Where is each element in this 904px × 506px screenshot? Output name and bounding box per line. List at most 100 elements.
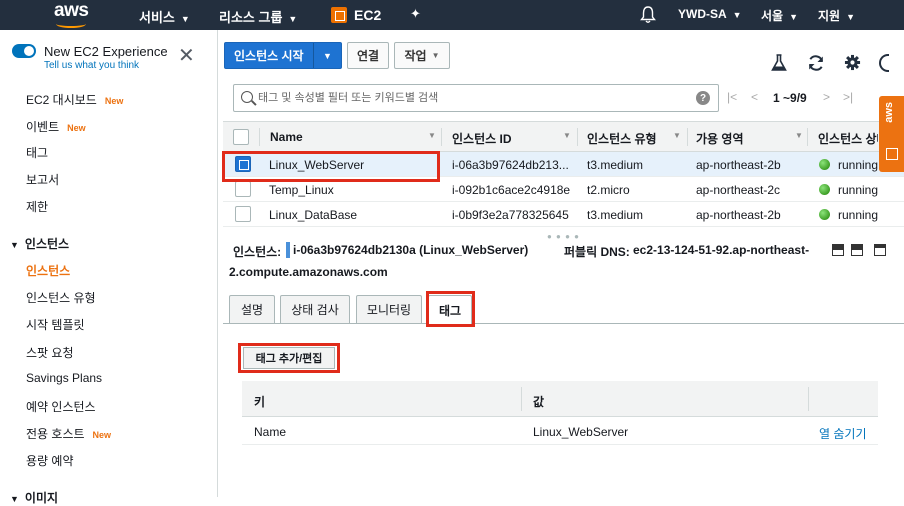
aws-logo[interactable]: aws	[54, 0, 94, 30]
support-label: 지원	[818, 9, 841, 23]
select-all-checkbox[interactable]	[233, 129, 249, 145]
instance-id: i-0b9f3e2a778325645	[452, 208, 569, 222]
sidebar-item-reports[interactable]: 보고서	[26, 171, 59, 188]
aws-logo-text: aws	[54, 0, 89, 21]
launch-instance-button[interactable]: 인스턴스 시작 ▼	[224, 42, 342, 69]
support-menu[interactable]: 지원 ▼	[818, 7, 855, 24]
tab-description[interactable]: 설명	[229, 295, 275, 323]
close-icon[interactable]: ✕	[178, 46, 195, 66]
public-dns-value-cont: 2.compute.amazonaws.com	[229, 265, 388, 279]
services-menu[interactable]: 서비스 ▼	[139, 7, 190, 26]
sidebar-item-savings-plans[interactable]: Savings Plans	[26, 371, 102, 385]
region-menu[interactable]: 서울 ▼	[761, 7, 798, 24]
panel-maximize-icon[interactable]	[832, 244, 844, 256]
resource-groups-menu[interactable]: 리소스 그룹 ▼	[219, 7, 297, 26]
actions-button[interactable]: 작업 ▼	[394, 42, 450, 69]
feedback-link[interactable]: Tell us what you think	[44, 60, 139, 71]
running-status-icon	[819, 209, 830, 220]
help-icon[interactable]: ?	[696, 91, 710, 105]
sidebar-item-reserved-instances[interactable]: 예약 인스턴스	[26, 398, 96, 415]
panel-restore-icon[interactable]	[851, 244, 863, 256]
refresh-icon[interactable]	[807, 54, 825, 72]
column-header-instance-state[interactable]: 인스턴스 상태	[818, 130, 878, 147]
sidebar-item-spot-requests[interactable]: 스팟 요청	[26, 344, 74, 361]
tab-monitoring[interactable]: 모니터링	[356, 295, 422, 323]
new-badge: New	[104, 96, 124, 106]
bell-icon[interactable]	[640, 6, 656, 24]
chevron-down-icon: ▼	[732, 10, 742, 20]
sidebar-item-dedicated-hosts[interactable]: 전용 호스트 New	[26, 425, 111, 442]
column-divider	[687, 128, 688, 146]
chevron-down-icon: ▼	[288, 14, 298, 24]
selected-row-highlight	[222, 151, 440, 182]
ec2-service-icon[interactable]	[331, 7, 347, 23]
hide-column-link[interactable]: 열 숨기기	[819, 425, 867, 442]
next-page-icon[interactable]: >	[823, 90, 830, 104]
sidebar-item-capacity-reservations[interactable]: 용량 예약	[26, 452, 74, 469]
aws-smile-icon	[56, 20, 86, 28]
help-panel-icon[interactable]	[879, 54, 889, 72]
column-divider	[441, 128, 442, 146]
instance-marker	[286, 242, 290, 258]
public-dns-value: ec2-13-124-51-92.ap-northeast-	[633, 243, 810, 257]
connect-button[interactable]: 연결	[347, 42, 389, 69]
account-label: YWD-SA	[678, 7, 727, 21]
sidebar-group-label: 인스턴스	[24, 237, 70, 251]
row-checkbox[interactable]	[235, 181, 251, 197]
sidebar-item-instances[interactable]: 인스턴스	[26, 262, 70, 279]
sidebar-item-events[interactable]: 이벤트 New	[26, 118, 86, 135]
panel-minimize-icon[interactable]	[874, 244, 886, 256]
table-header: Name ▼ 인스턴스 ID ▼ 인스턴스 유형 ▼ 가용 영역 ▼ 인스턴스 …	[223, 121, 904, 152]
actions-label: 작업	[404, 49, 427, 63]
aws-side-panel-tab[interactable]: aws	[879, 96, 904, 172]
table-row[interactable]: Linux_DataBase i-0b9f3e2a778325645 t3.me…	[223, 202, 904, 227]
ec2-shortcut[interactable]: EC2	[354, 7, 381, 23]
chevron-down-icon: ▼	[789, 12, 799, 22]
availability-zone: ap-northeast-2b	[696, 208, 781, 222]
cube-icon	[886, 148, 898, 160]
column-header-value: 값	[533, 395, 545, 409]
sort-icon[interactable]: ▼	[563, 131, 571, 140]
new-experience-toggle[interactable]	[12, 44, 36, 58]
chevron-down-icon[interactable]: ▼	[313, 43, 341, 68]
sidebar-group-instances[interactable]: ▼ 인스턴스	[10, 235, 69, 252]
flask-icon[interactable]	[771, 54, 787, 72]
chevron-down-icon: ▼	[431, 51, 440, 60]
tag-value: Linux_WebServer	[533, 425, 629, 439]
first-page-icon[interactable]: |<	[727, 90, 737, 104]
tags-tab-highlight	[426, 291, 475, 327]
sidebar-item-label: 전용 호스트	[26, 427, 85, 441]
running-status-icon	[819, 184, 830, 195]
search-filter-bar[interactable]: ?	[233, 84, 719, 112]
sort-icon[interactable]: ▼	[795, 131, 803, 140]
column-divider	[808, 387, 809, 411]
column-header-instance-id[interactable]: 인스턴스 ID	[452, 130, 512, 147]
gear-icon[interactable]	[844, 54, 861, 71]
instance-name: Temp_Linux	[269, 183, 334, 197]
availability-zone: ap-northeast-2c	[696, 183, 781, 197]
prev-page-icon[interactable]: <	[751, 90, 758, 104]
instance-type: t3.medium	[587, 158, 644, 172]
row-checkbox[interactable]	[235, 206, 251, 222]
sidebar-item-limits[interactable]: 제한	[26, 198, 48, 215]
column-header-name[interactable]: Name	[270, 130, 303, 144]
sidebar-item-instance-types[interactable]: 인스턴스 유형	[26, 289, 96, 306]
region-label: 서울	[761, 9, 784, 23]
sidebar-item-launch-templates[interactable]: 시작 템플릿	[26, 316, 85, 333]
sort-icon[interactable]: ▼	[673, 131, 681, 140]
sidebar-item-tags[interactable]: 태그	[26, 144, 48, 161]
instance-type: t2.micro	[587, 183, 630, 197]
pin-icon[interactable]: ✦	[410, 6, 421, 22]
account-menu[interactable]: YWD-SA ▼	[678, 7, 742, 21]
sort-icon[interactable]: ▼	[428, 131, 436, 140]
tab-status-checks[interactable]: 상태 검사	[280, 295, 350, 323]
services-label: 서비스	[139, 10, 175, 25]
top-navigation-bar: aws 서비스 ▼ 리소스 그룹 ▼ EC2 ✦ YWD-SA ▼ 서울 ▼ 지원 ▼	[0, 0, 904, 30]
sidebar-item-ec2-dashboard[interactable]: EC2 대시보드 New	[26, 91, 123, 108]
column-header-availability-zone[interactable]: 가용 영역	[696, 130, 744, 147]
panel-resize-handle[interactable]: ● ● ● ●	[547, 232, 580, 241]
search-input[interactable]	[258, 89, 688, 107]
sidebar-group-images[interactable]: ▼ 이미지	[10, 489, 58, 506]
column-header-instance-type[interactable]: 인스턴스 유형	[587, 130, 657, 147]
last-page-icon[interactable]: >|	[843, 90, 853, 104]
